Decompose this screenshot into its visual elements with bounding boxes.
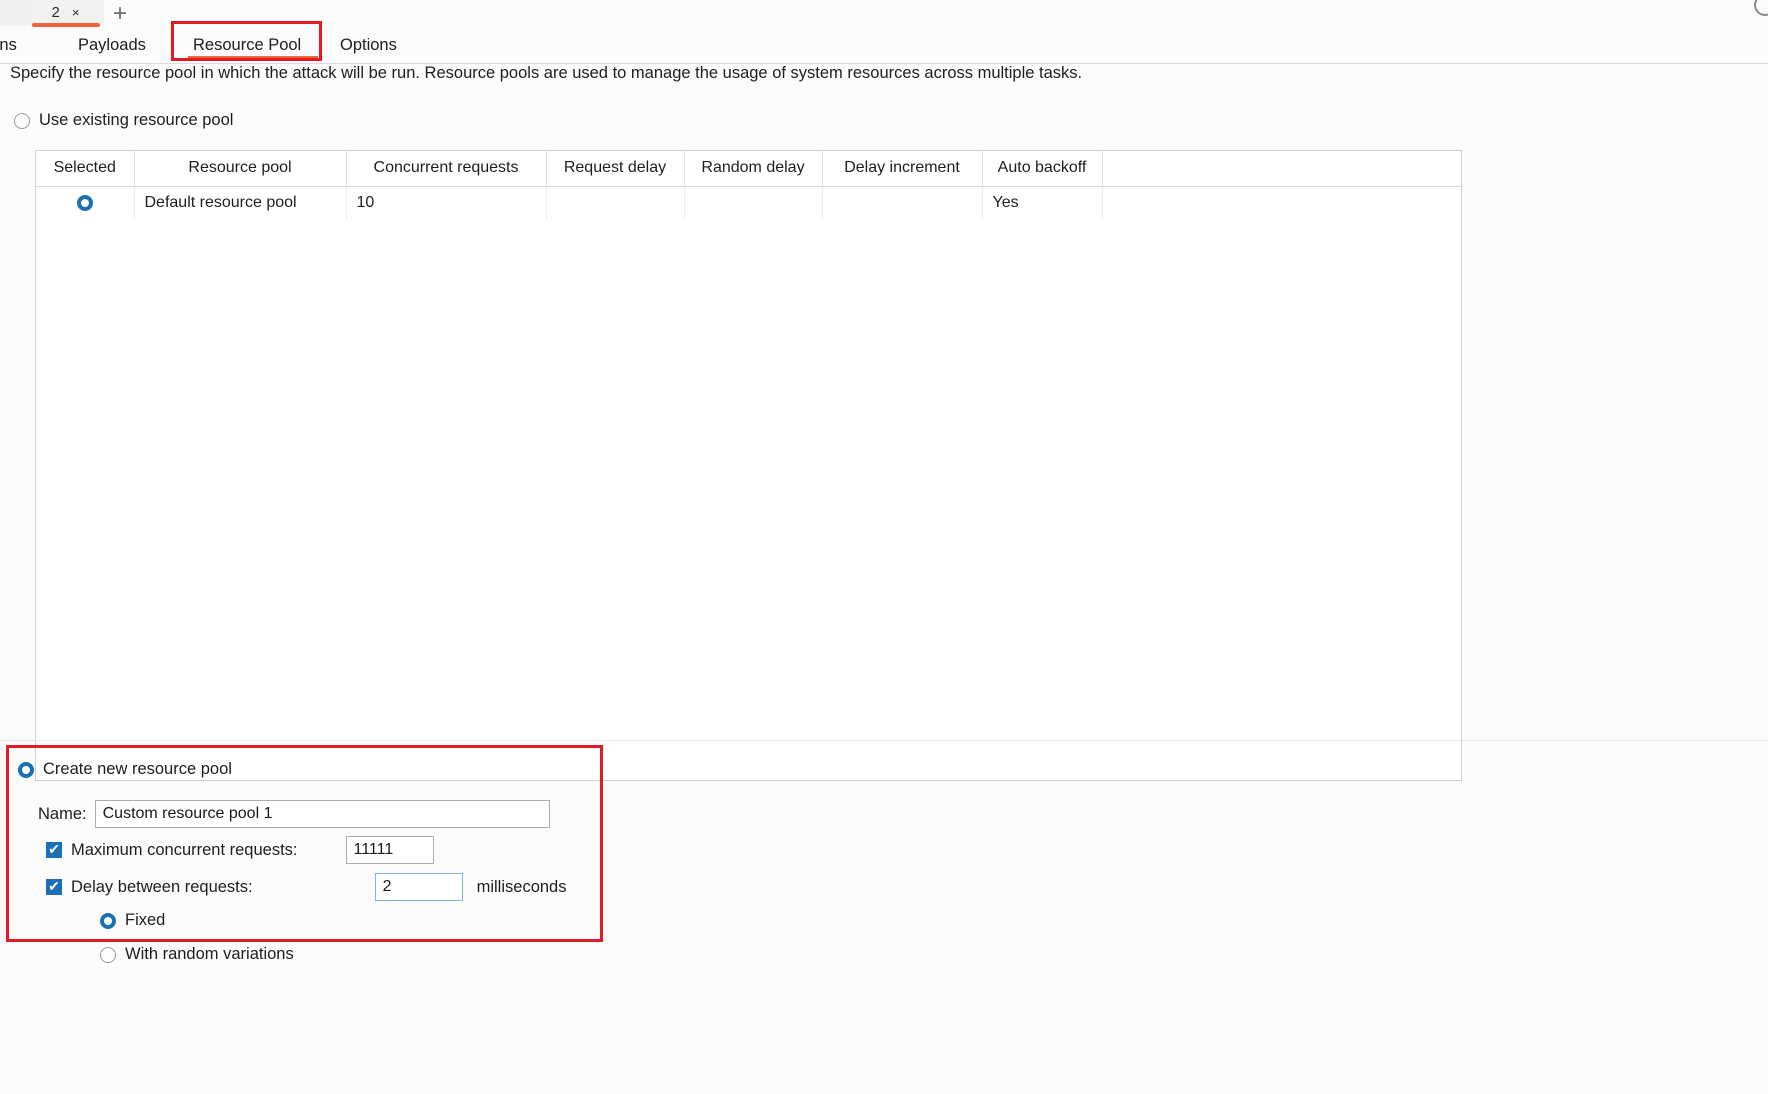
radio-create-new-resource-pool[interactable]: Create new resource pool — [18, 760, 232, 779]
section-divider — [0, 740, 1768, 741]
browser-tab-strip: 2 × + — [0, 0, 1768, 27]
checkbox-max-concurrent-requests[interactable]: ✔ — [46, 842, 62, 858]
cell-selected[interactable] — [36, 186, 135, 219]
radio-icon-selected — [18, 761, 34, 778]
radio-use-existing-resource-pool[interactable]: Use existing resource pool — [14, 111, 233, 130]
panel-description: Specify the resource pool in which the a… — [10, 64, 1083, 82]
name-input[interactable] — [94, 800, 550, 828]
radio-random-variations[interactable]: With random variations — [100, 945, 294, 964]
resource-pool-table-container: Selected Resource pool Concurrent reques… — [35, 150, 1462, 781]
tab-payloads[interactable]: Payloads — [78, 27, 146, 64]
radio-icon-selected — [100, 912, 116, 929]
radio-create-new-label: Create new resource pool — [43, 760, 232, 778]
random-variations-label: With random variations — [125, 945, 294, 963]
column-header-filler — [1102, 151, 1461, 187]
column-header-delay-increment[interactable]: Delay increment — [822, 151, 983, 187]
table-row[interactable]: Default resource pool 10 Yes — [36, 186, 1461, 219]
column-header-resource-pool[interactable]: Resource pool — [134, 151, 347, 187]
column-header-request-delay[interactable]: Request delay — [546, 151, 685, 187]
table-header-row: Selected Resource pool Concurrent reques… — [36, 151, 1461, 187]
cell-delay-increment — [822, 186, 983, 219]
resource-pool-table: Selected Resource pool Concurrent reques… — [36, 151, 1461, 219]
cell-filler — [1102, 186, 1461, 219]
radio-icon-unselected — [14, 112, 30, 129]
tab-options[interactable]: Options — [340, 27, 397, 64]
radio-fixed-delay[interactable]: Fixed — [100, 911, 165, 930]
cell-concurrent-requests: 10 — [346, 186, 547, 219]
name-label: Name: — [38, 804, 87, 823]
tab-positions[interactable]: tions — [0, 27, 17, 64]
column-header-concurrent-requests[interactable]: Concurrent requests — [346, 151, 547, 187]
check-icon: ✔ — [48, 878, 60, 894]
resource-pool-panel: Specify the resource pool in which the a… — [0, 64, 1768, 1094]
checkbox-delay-between-requests[interactable]: ✔ — [46, 879, 62, 895]
new-tab-button[interactable]: + — [105, 0, 135, 27]
name-field-row: Name: — [38, 800, 550, 828]
fixed-delay-label: Fixed — [125, 911, 166, 929]
active-subtab-indicator — [188, 56, 318, 59]
radio-icon-unselected — [100, 946, 116, 963]
cell-random-delay — [684, 186, 823, 219]
check-icon: ✔ — [48, 841, 60, 857]
max-concurrent-requests-input[interactable] — [345, 836, 434, 864]
browser-tab-label: 2 — [51, 3, 60, 21]
cell-request-delay — [546, 186, 685, 219]
column-header-random-delay[interactable]: Random delay — [684, 151, 823, 187]
max-concurrent-requests-label: Maximum concurrent requests: — [71, 840, 298, 859]
delay-between-requests-row: ✔ Delay between requests: milliseconds — [46, 873, 566, 901]
column-header-auto-backoff[interactable]: Auto backoff — [982, 151, 1103, 187]
radio-use-existing-label: Use existing resource pool — [39, 111, 234, 129]
column-header-selected[interactable]: Selected — [36, 151, 135, 187]
radio-icon-selected[interactable] — [76, 194, 93, 211]
cell-auto-backoff: Yes — [982, 186, 1103, 219]
close-icon[interactable]: × — [72, 6, 80, 19]
max-concurrent-requests-row: ✔ Maximum concurrent requests: — [46, 836, 434, 864]
delay-between-requests-input[interactable] — [374, 873, 463, 901]
delay-between-requests-label: Delay between requests: — [71, 877, 253, 896]
circle-icon[interactable] — [1754, 0, 1768, 16]
cell-resource-pool: Default resource pool — [134, 186, 347, 219]
delay-unit-label: milliseconds — [476, 877, 567, 896]
